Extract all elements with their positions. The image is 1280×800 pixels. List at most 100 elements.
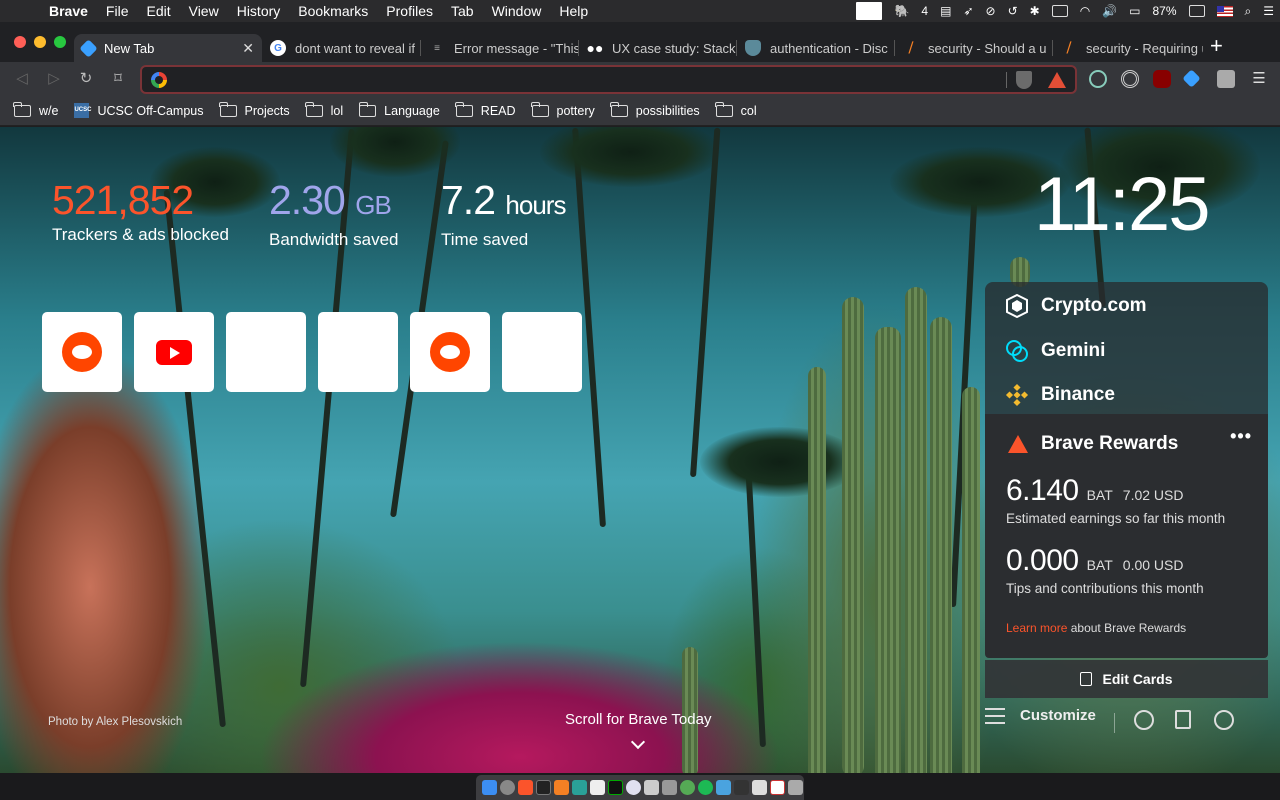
address-bar[interactable]	[140, 65, 1077, 94]
status-white-box-icon[interactable]	[856, 2, 883, 20]
sublime-icon[interactable]	[554, 780, 569, 795]
brave-today-prompt[interactable]: Scroll for Brave Today	[565, 711, 711, 728]
tab-ux-case-study[interactable]: ●● UX case study: Stack	[579, 34, 737, 62]
new-tab-plus-icon[interactable]: +	[1210, 35, 1223, 57]
photo-credit[interactable]: Photo by Alex Plesovskich	[48, 716, 182, 728]
menu-profiles[interactable]: Profiles	[377, 3, 442, 19]
spotify-icon[interactable]	[698, 780, 713, 795]
bluetooth-icon[interactable]: ✱	[1030, 4, 1040, 18]
customize-button[interactable]: Customize	[985, 707, 1096, 724]
battery-icon[interactable]	[1188, 5, 1205, 17]
reload-button-icon[interactable]: ↻	[76, 69, 96, 89]
menu-file[interactable]: File	[97, 3, 138, 19]
bookmarks-icon[interactable]	[1175, 710, 1191, 729]
forward-button-icon[interactable]: ▷	[44, 69, 64, 89]
itunes-icon[interactable]	[626, 780, 641, 795]
menu-help[interactable]: Help	[550, 3, 597, 19]
close-tab-icon[interactable]: ✕	[242, 40, 254, 57]
top-site-tile-blank[interactable]	[502, 312, 582, 392]
brave-icon[interactable]	[518, 780, 533, 795]
bookmark-folder-lol[interactable]: lol	[305, 101, 343, 118]
keyboard-icon[interactable]	[1051, 5, 1068, 17]
bookmark-page-icon[interactable]: ⌑	[108, 69, 128, 89]
system-preferences-icon[interactable]	[644, 780, 659, 795]
dropbox-icon[interactable]: ▤	[940, 4, 951, 18]
target-extension-icon[interactable]	[1121, 70, 1139, 88]
script-editor-icon[interactable]	[662, 780, 677, 795]
bookmark-folder-read[interactable]: READ	[455, 101, 516, 118]
more-options-icon[interactable]: •••	[1230, 426, 1252, 447]
time-machine-icon[interactable]: ↺	[1008, 4, 1018, 18]
tab-authentication[interactable]: authentication - Disc	[737, 34, 895, 62]
dock-app-icon[interactable]	[734, 780, 749, 795]
menu-tab[interactable]: Tab	[442, 3, 483, 19]
earnings-bat-amount: 6.140	[1006, 474, 1079, 507]
bookmark-ucsc-off-campus[interactable]: UCSC UCSC Off-Campus	[74, 103, 204, 118]
elephant-icon[interactable]: 🐘	[894, 4, 909, 18]
settings-gear-icon[interactable]	[1134, 710, 1154, 730]
menu-edit[interactable]: Edit	[137, 3, 179, 19]
ublock-origin-icon[interactable]	[1153, 70, 1171, 88]
bookmark-folder-w-e[interactable]: w/e	[13, 101, 58, 118]
pdf-icon[interactable]	[770, 780, 785, 795]
bookmark-folder-pottery[interactable]: pottery	[530, 101, 595, 118]
bookmark-folder-projects[interactable]: Projects	[218, 101, 290, 118]
close-window-button[interactable]	[14, 36, 26, 48]
menu-app-brave[interactable]: Brave	[40, 3, 97, 19]
battery-percent[interactable]: 87%	[1152, 4, 1176, 18]
learn-more-link[interactable]: Learn more	[1006, 621, 1067, 635]
airplay-icon[interactable]: ▭	[1129, 4, 1140, 18]
minimize-window-button[interactable]	[34, 36, 46, 48]
safari-icon[interactable]	[500, 780, 515, 795]
terminal-icon[interactable]	[536, 780, 551, 795]
top-site-tile-reddit[interactable]	[410, 312, 490, 392]
tab-security-requiring[interactable]: ⧸ security - Requiring u	[1053, 34, 1203, 62]
history-icon[interactable]	[1214, 710, 1234, 730]
control-center-icon[interactable]: ☰	[1263, 4, 1274, 18]
tab-google-search[interactable]: G dont want to reveal if	[262, 34, 421, 62]
exchange-gemini[interactable]: Gemini	[1005, 339, 1105, 363]
menu-view[interactable]: View	[180, 3, 228, 19]
brave-shields-icon[interactable]	[1016, 71, 1032, 89]
top-site-tile-reddit[interactable]	[42, 312, 122, 392]
bookmark-folder-language[interactable]: Language	[358, 101, 440, 118]
activity-monitor-icon[interactable]	[608, 780, 623, 795]
sapphire-extension-icon[interactable]	[1182, 69, 1201, 88]
spotlight-search-icon[interactable]: ⌕	[1245, 4, 1252, 19]
tab-error-message[interactable]: ≡ Error message - "This	[421, 34, 579, 62]
trash-icon[interactable]	[788, 780, 803, 795]
bookmark-folder-col[interactable]: col	[715, 101, 757, 118]
exchange-crypto-com[interactable]: Crypto.com	[1005, 294, 1147, 318]
extensions-puzzle-icon[interactable]	[1217, 70, 1235, 88]
us-flag-input-icon[interactable]	[1216, 5, 1233, 17]
address-input[interactable]	[174, 70, 994, 90]
tab-new-tab[interactable]: New Tab ✕	[74, 34, 262, 62]
rocket-icon[interactable]: ➶	[963, 4, 973, 18]
edit-cards-button[interactable]: Edit Cards	[985, 660, 1268, 698]
wifi-icon[interactable]: ◠	[1080, 4, 1090, 18]
prompt-icon[interactable]	[572, 780, 587, 795]
top-site-tile-blank[interactable]	[318, 312, 398, 392]
torrent-icon[interactable]	[680, 780, 695, 795]
bookmark-folder-possibilities[interactable]: possibilities	[610, 101, 700, 118]
exchange-binance[interactable]: Binance	[1005, 383, 1115, 407]
downloads-folder-icon[interactable]	[716, 780, 731, 795]
zoom-window-button[interactable]	[54, 36, 66, 48]
notes-icon[interactable]	[590, 780, 605, 795]
menu-window[interactable]: Window	[483, 3, 551, 19]
chevron-down-icon[interactable]	[630, 734, 646, 750]
menu-bookmarks[interactable]: Bookmarks	[289, 3, 377, 19]
preview-icon[interactable]	[752, 780, 767, 795]
notification-count[interactable]: 4	[921, 4, 928, 18]
do-not-disturb-icon[interactable]: ⊘	[986, 4, 996, 18]
top-site-tile-blank[interactable]	[226, 312, 306, 392]
main-menu-icon[interactable]: ☰	[1249, 69, 1269, 89]
brave-rewards-icon[interactable]	[1048, 72, 1066, 88]
back-button-icon[interactable]: ◁	[12, 69, 32, 89]
volume-icon[interactable]: 🔊	[1102, 4, 1117, 18]
top-site-tile-youtube[interactable]	[134, 312, 214, 392]
menu-history[interactable]: History	[228, 3, 290, 19]
tab-security-should[interactable]: ⧸ security - Should a u	[895, 34, 1053, 62]
finder-icon[interactable]	[482, 780, 497, 795]
react-devtools-icon[interactable]	[1089, 70, 1107, 88]
